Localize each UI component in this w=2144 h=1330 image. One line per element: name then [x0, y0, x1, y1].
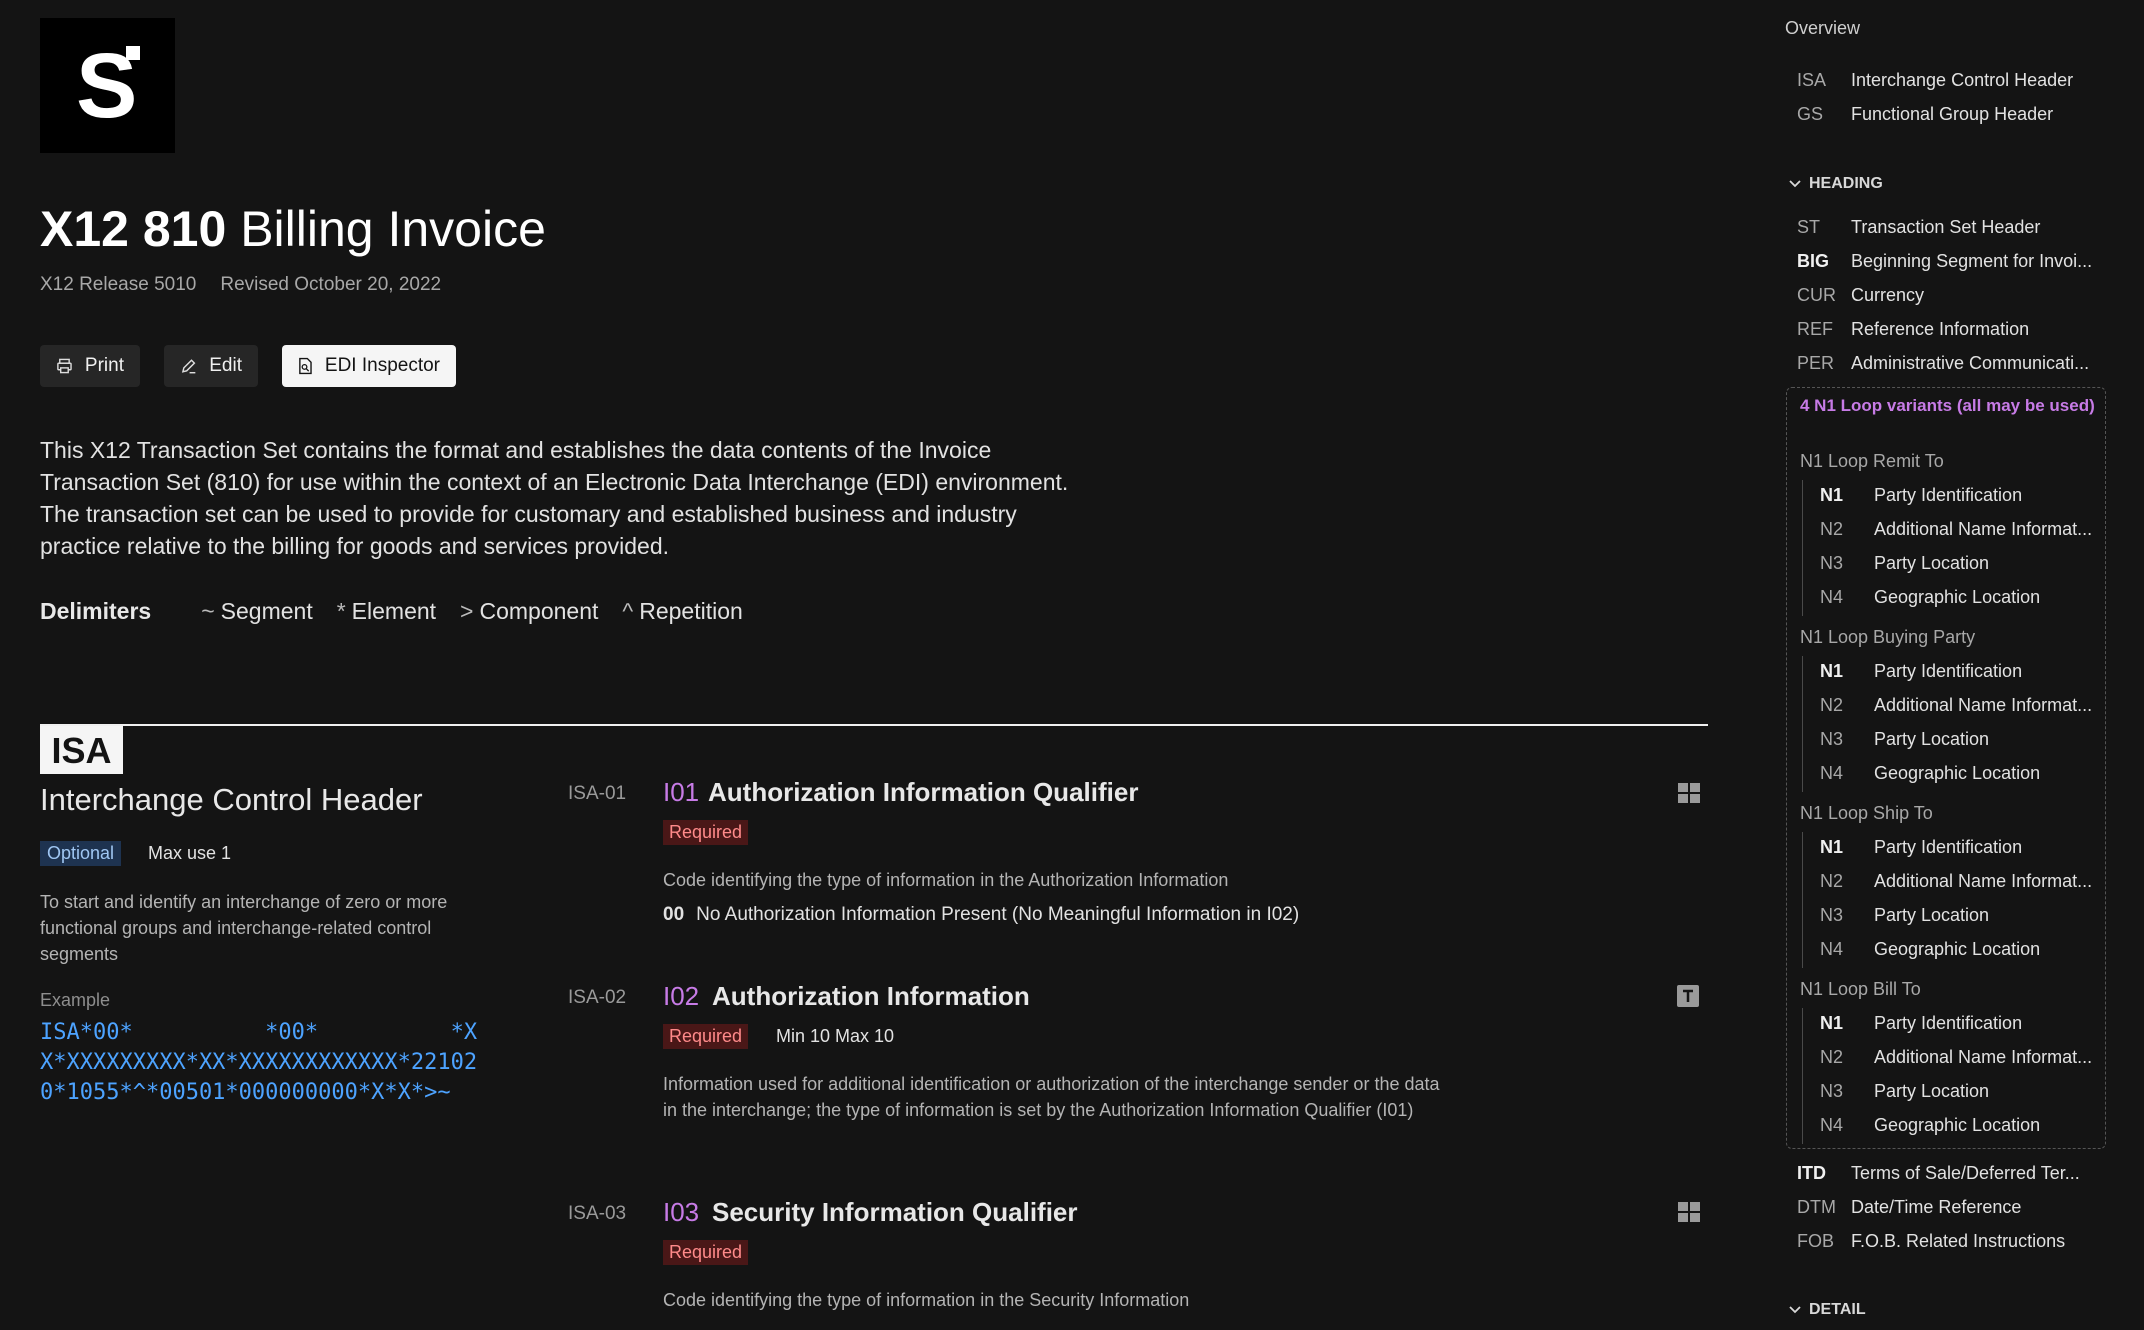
segment-description: To start and identify an interchange of …	[40, 892, 448, 964]
loop-guide-line	[1802, 832, 1803, 968]
element-description: Information used for additional identifi…	[663, 1074, 1440, 1120]
overview-heading: Overview	[1785, 18, 1861, 38]
delimiter-component: > Component	[460, 598, 599, 624]
loop-variants-title: 4 N1 Loop variants (all may be used)	[1800, 396, 2095, 415]
heading-section-toggle[interactable]: HEADING	[1789, 175, 1883, 193]
optional-badge: Optional	[40, 841, 122, 866]
edit-label: Edit	[209, 355, 242, 376]
loop-guide-line	[1802, 480, 1803, 616]
element-name[interactable]: Authorization Information Qualifier	[708, 777, 1138, 808]
sidebar-item-n3[interactable]: N3 Party Location	[1820, 729, 1989, 750]
printer-icon	[57, 358, 72, 374]
sidebar-item-cur[interactable]: CUR Currency	[1797, 285, 1924, 306]
loop-buying-party[interactable]: N1 Loop Buying Party	[1800, 627, 1975, 648]
sidebar-item-per[interactable]: PER Administrative Communicati...	[1797, 353, 2089, 374]
text-type-icon[interactable]	[1677, 985, 1699, 1007]
chevron-down-icon	[1789, 180, 1801, 188]
min-max-label: Min 10 Max 10	[776, 1026, 895, 1046]
element-name[interactable]: Security Information Qualifier	[712, 1197, 1078, 1228]
logo[interactable]: S	[40, 18, 175, 153]
max-use-label: Max use 1	[148, 843, 232, 863]
element-description: Code identifying the type of information…	[663, 1290, 1190, 1310]
sidebar-item-fob[interactable]: FOB F.O.B. Related Instructions	[1797, 1231, 2065, 1252]
sidebar-item-ref[interactable]: REF Reference Information	[1797, 319, 2029, 340]
element-id: ISA-02	[568, 987, 627, 1008]
sidebar-item-n1[interactable]: N1 Party Identification	[1820, 485, 2022, 506]
page-title: X12 810 Billing Invoice	[40, 200, 546, 258]
loop-ship-to[interactable]: N1 Loop Ship To	[1800, 803, 1933, 824]
element-name[interactable]: Authorization Information	[712, 981, 1030, 1012]
pencil-icon	[181, 359, 196, 374]
delimiter-element: * Element	[336, 598, 437, 624]
element-code-link[interactable]: I02	[663, 981, 699, 1012]
segment-badge: ISA	[40, 726, 123, 774]
sidebar-item-gs[interactable]: GS Functional Group Header	[1797, 104, 2053, 125]
print-label: Print	[84, 355, 124, 376]
element-description: Code identifying the type of information…	[663, 870, 1229, 890]
inspect-file-icon	[299, 357, 312, 375]
overview-sidebar: Overview ISA Interchange Control Header G…	[1770, 0, 2144, 1330]
segment-divider	[40, 724, 1708, 726]
required-badge: Required	[663, 1024, 749, 1049]
sidebar-item-n3[interactable]: N3 Party Location	[1820, 553, 1989, 574]
delimiter-repetition: ^ Repetition	[622, 598, 743, 624]
delimiters: Delimiters ~ Segment * Element > Component …	[40, 598, 767, 625]
code-value: 00	[663, 904, 685, 925]
chevron-down-icon	[1789, 1306, 1801, 1314]
element-code-link[interactable]: I01	[663, 777, 699, 808]
loop-guide-line	[1802, 656, 1803, 792]
release-meta: X12 Release 5010 Revised October 20, 2022	[40, 274, 441, 296]
required-badge: Required	[663, 1240, 749, 1265]
sidebar-item-n3[interactable]: N3 Party Location	[1820, 905, 1989, 926]
edi-inspector-button[interactable]: EDI Inspector	[282, 345, 456, 387]
grid-icon[interactable]	[1677, 1201, 1701, 1223]
element-code-link[interactable]: I03	[663, 1197, 699, 1228]
sidebar-item-n2[interactable]: N2 Additional Name Informat...	[1820, 519, 2092, 540]
loop-remit-to[interactable]: N1 Loop Remit To	[1800, 451, 1944, 472]
sidebar-item-st[interactable]: ST Transaction Set Header	[1797, 217, 2040, 238]
sidebar-item-n2[interactable]: N2 Additional Name Informat...	[1820, 871, 2092, 892]
main-content: S X12 810 Billing Invoice X12 Release 50…	[0, 0, 1760, 1330]
sidebar-item-n2[interactable]: N2 Additional Name Informat...	[1820, 1047, 2092, 1068]
required-badge: Required	[663, 820, 749, 845]
title-name: Billing Invoice	[240, 201, 546, 257]
loop-guide-line	[1802, 1008, 1803, 1144]
sidebar-item-n1[interactable]: N1 Party Identification	[1820, 1013, 2022, 1034]
sidebar-item-n1[interactable]: N1 Party Identification	[1820, 661, 2022, 682]
grid-icon[interactable]	[1677, 782, 1701, 804]
sidebar-item-n4[interactable]: N4 Geographic Location	[1820, 763, 2040, 784]
sidebar-item-n2[interactable]: N2 Additional Name Informat...	[1820, 695, 2092, 716]
example-line: ISA*00* *00* *X	[40, 1020, 478, 1045]
sidebar-item-itd[interactable]: ITD Terms of Sale/Deferred Ter...	[1797, 1163, 2080, 1184]
edit-button[interactable]: Edit	[164, 345, 258, 387]
detail-section-toggle[interactable]: DETAIL	[1789, 1301, 1866, 1319]
sidebar-item-n4[interactable]: N4 Geographic Location	[1820, 1115, 2040, 1136]
sidebar-item-n1[interactable]: N1 Party Identification	[1820, 837, 2022, 858]
edi-inspector-label: EDI Inspector	[324, 355, 440, 376]
code-value-row[interactable]: 00 No Authorization Information Present (…	[663, 904, 1299, 926]
code-description: No Authorization Information Present (No…	[696, 904, 1300, 925]
sidebar-item-dtm[interactable]: DTM Date/Time Reference	[1797, 1197, 2021, 1218]
revised-label: Revised October 20, 2022	[220, 274, 442, 295]
print-button[interactable]: Print	[40, 345, 140, 387]
sidebar-item-big[interactable]: BIG Beginning Segment for Invoi...	[1797, 251, 2092, 272]
sidebar-item-n4[interactable]: N4 Geographic Location	[1820, 939, 2040, 960]
sidebar-item-n4[interactable]: N4 Geographic Location	[1820, 587, 2040, 608]
loop-bill-to[interactable]: N1 Loop Bill To	[1800, 979, 1921, 1000]
release-label: X12 Release 5010	[40, 274, 197, 295]
example-line: 0*1055*^*00501*000000000*X*X*>~	[40, 1080, 451, 1105]
delimiters-label: Delimiters	[40, 598, 152, 624]
segment-title: Interchange Control Header	[40, 782, 423, 817]
sidebar-item-isa[interactable]: ISA Interchange Control Header	[1797, 70, 2073, 91]
example-label: Example	[40, 990, 111, 1010]
delimiter-segment: ~ Segment	[201, 598, 313, 624]
example-code[interactable]: ISA*00* *00* *X X*XXXXXXXXX*XX*XXXXXXXXX…	[40, 1018, 477, 1108]
element-id: ISA-01	[568, 783, 627, 804]
element-id: ISA-03	[568, 1203, 627, 1224]
transaction-description: This X12 Transaction Set contains the fo…	[40, 437, 1069, 559]
title-code: X12 810	[40, 201, 227, 257]
sidebar-item-n3[interactable]: N3 Party Location	[1820, 1081, 1989, 1102]
example-line: X*XXXXXXXXX*XX*XXXXXXXXXXXX*22102	[40, 1050, 478, 1075]
